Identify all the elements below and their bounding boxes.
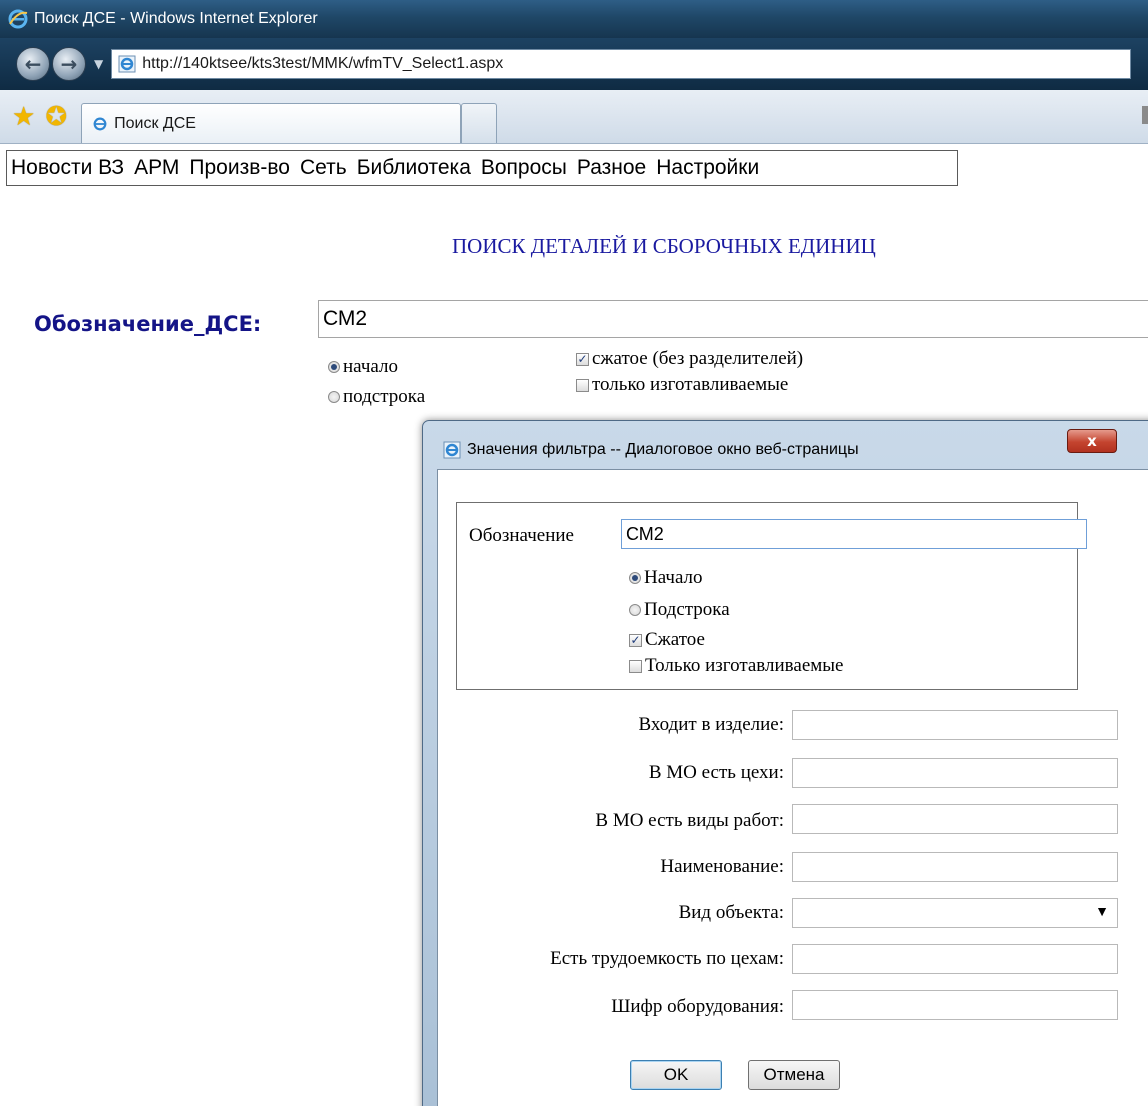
name-input[interactable] (792, 852, 1118, 882)
dialog-checkbox-compressed-label: Сжатое (645, 629, 705, 650)
close-icon: x (1087, 432, 1097, 450)
dse-search-value: СМ2 (323, 307, 368, 330)
dialog-radio-start[interactable]: Начало (629, 567, 703, 589)
workshops-label: В МО есть цехи: (648, 762, 784, 783)
designation-group: Обозначение СМ2 Начало Подстрока ✓ Сжато… (456, 502, 1087, 690)
menu-item-questions[interactable]: Вопросы (481, 156, 567, 180)
dse-search-input[interactable]: СМ2 (318, 300, 1148, 338)
dialog-radio-substring[interactable]: Подстрока (629, 599, 730, 621)
radio-start[interactable]: начало (328, 356, 398, 378)
history-dropdown-icon[interactable]: ▼ (94, 57, 103, 71)
equipment-label: Шифр оборудования: (611, 996, 784, 1017)
labor-input[interactable] (792, 944, 1118, 974)
designation-label: Обозначение (469, 525, 574, 546)
menu-item-misc[interactable]: Разное (577, 156, 646, 180)
menu-item-network[interactable]: Сеть (300, 156, 347, 180)
dialog-checkbox-made-only[interactable]: Только изготавливаемые (629, 655, 843, 677)
cancel-button[interactable]: Отмена (748, 1060, 840, 1090)
designation-input[interactable]: СМ2 (621, 519, 1087, 549)
menu-item-production[interactable]: Произв-во (189, 156, 290, 180)
checkbox-compressed-label: сжатое (без разделителей) (592, 348, 804, 369)
radio-start-label: начало (343, 356, 398, 377)
work-types-label: В МО есть виды работ: (595, 810, 784, 831)
equipment-input[interactable] (792, 990, 1118, 1020)
navigation-bar: ← → ▼ http://140ktsee/kts3test/MMK/wfmTV… (0, 38, 1148, 90)
checkbox-made-only[interactable]: только изготавливаемые (576, 374, 788, 396)
dialog-checkbox-made-only-control[interactable] (629, 659, 642, 673)
site-menu: Новости ВЗ АРМ Произв-во Сеть Библиотека… (6, 150, 958, 186)
dialog-radio-start-label: Начало (644, 567, 703, 588)
radio-start-control[interactable] (328, 361, 340, 373)
dialog-checkbox-made-only-label: Только изготавливаемые (645, 655, 844, 676)
forward-button[interactable]: → (52, 47, 86, 81)
new-tab-button[interactable] (461, 103, 498, 143)
dialog-checkbox-compressed-control[interactable]: ✓ (629, 633, 642, 647)
close-button[interactable]: x (1067, 429, 1117, 453)
menu-item-settings[interactable]: Настройки (656, 156, 759, 180)
part-of-label: Входит в изделие: (638, 714, 784, 735)
work-types-input[interactable] (792, 804, 1118, 834)
favorites-tab-bar: ★ ✪ Поиск ДСЕ (0, 90, 1148, 144)
dialog-radio-substring-label: Подстрока (644, 599, 730, 620)
dialog-radio-start-control[interactable] (629, 572, 641, 584)
name-label: Наименование: (660, 856, 784, 877)
checkbox-made-only-control[interactable] (576, 378, 589, 392)
home-icon[interactable] (1142, 106, 1148, 124)
add-favorites-icon[interactable]: ✪ (45, 102, 67, 132)
workshops-input[interactable] (792, 758, 1118, 788)
dialog-title: Значения фильтра -- Диалоговое окно веб-… (467, 441, 859, 458)
window-titlebar: Поиск ДСЕ - Windows Internet Explorer (0, 0, 1148, 38)
filter-dialog: Значения фильтра -- Диалоговое окно веб-… (422, 420, 1148, 1106)
part-of-input[interactable] (792, 710, 1118, 740)
radio-substring[interactable]: подстрока (328, 386, 425, 408)
back-arrow-icon: ← (24, 52, 42, 76)
radio-substring-label: подстрока (343, 386, 426, 407)
checkbox-compressed-control[interactable]: ✓ (576, 352, 589, 366)
page-title: ПОИСК ДЕТАЛЕЙ И СБОРОЧНЫХ ЕДИНИЦ (452, 234, 876, 258)
favorites-star-icon[interactable]: ★ (12, 102, 35, 132)
menu-item-news[interactable]: Новости ВЗ (11, 156, 124, 180)
menu-item-arm[interactable]: АРМ (134, 156, 179, 180)
ie-page-icon (93, 117, 107, 130)
tab-label: Поиск ДСЕ (114, 114, 196, 132)
dialog-checkbox-compressed[interactable]: ✓ Сжатое (629, 629, 705, 651)
object-type-label: Вид объекта: (678, 902, 784, 923)
labor-label: Есть трудоемкость по цехам: (550, 948, 784, 969)
dialog-radio-substring-control[interactable] (629, 604, 641, 616)
designation-value: СМ2 (626, 523, 664, 544)
back-button[interactable]: ← (16, 47, 50, 81)
checkbox-made-only-label: только изготавливаемые (592, 374, 789, 395)
ok-button[interactable]: OK (630, 1060, 722, 1090)
ie-page-icon (443, 441, 461, 459)
menu-item-library[interactable]: Библиотека (357, 156, 471, 180)
tab-current[interactable]: Поиск ДСЕ (81, 103, 462, 143)
radio-substring-control[interactable] (328, 391, 340, 403)
checkbox-compressed[interactable]: ✓ сжатое (без разделителей) (576, 348, 803, 370)
ie-page-icon (118, 55, 136, 73)
address-bar[interactable]: http://140ktsee/kts3test/MMK/wfmTV_Selec… (111, 49, 1132, 79)
dse-label: Обозначение_ДСЕ: (34, 312, 262, 336)
dialog-body: Обозначение СМ2 Начало Подстрока ✓ Сжато… (437, 469, 1148, 1106)
object-type-select[interactable]: ▼ (792, 898, 1118, 928)
forward-arrow-icon: → (60, 52, 78, 76)
ie-logo-icon (8, 9, 28, 29)
address-text: http://140ktsee/kts3test/MMK/wfmTV_Selec… (142, 55, 504, 72)
window-title: Поиск ДСЕ - Windows Internet Explorer (34, 10, 318, 27)
chevron-down-icon[interactable]: ▼ (1095, 903, 1109, 919)
dialog-titlebar: Значения фильтра -- Диалоговое окно веб-… (443, 441, 859, 459)
